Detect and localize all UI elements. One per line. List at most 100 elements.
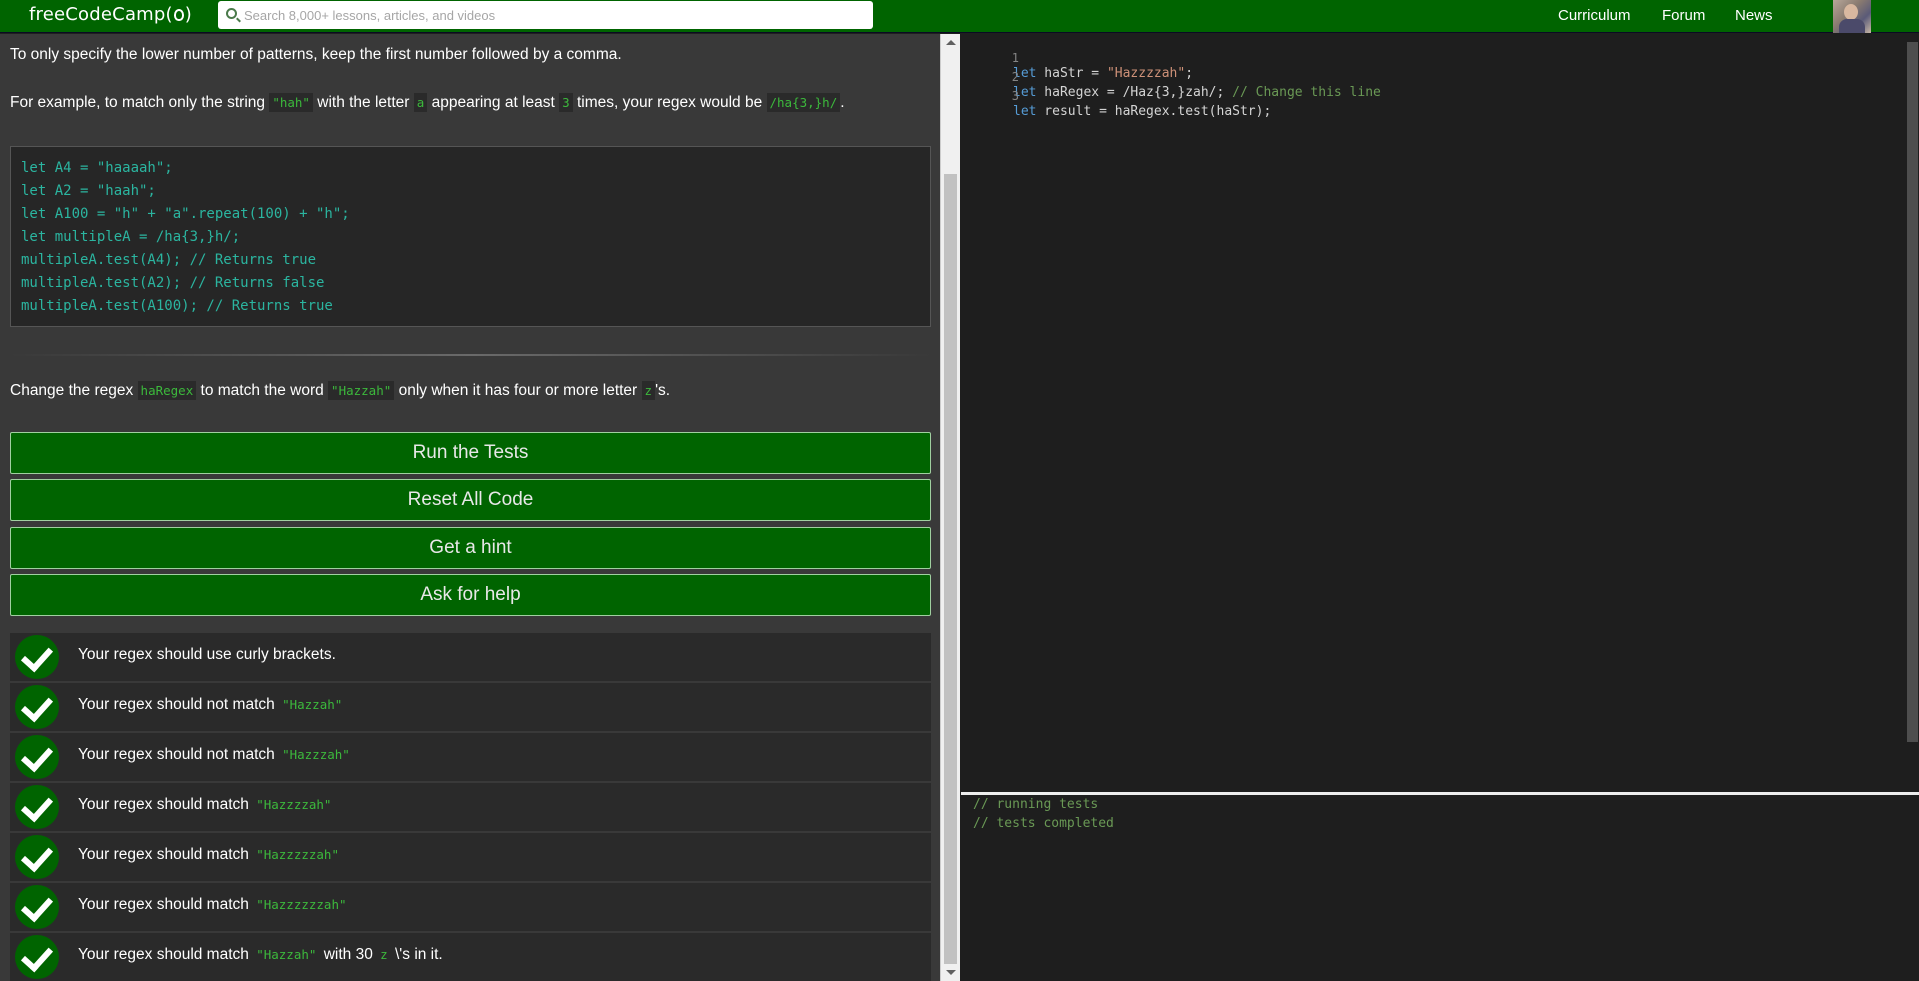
test-result-row: Your regex should match "Hazzzzzzah": [10, 883, 931, 931]
keyword: let: [1013, 104, 1037, 119]
output-console: // running tests // tests completed: [961, 795, 1919, 981]
inline-code: z: [641, 381, 656, 400]
inline-code: "Hazzzzzah": [253, 845, 342, 864]
test-text: Your regex should use curly brackets.: [78, 646, 336, 664]
test-text: Your regex should match "Hazzah" with 30…: [78, 945, 443, 964]
test-text: Your regex should match "Hazzzzah": [78, 795, 335, 814]
check-icon: [15, 635, 59, 679]
inline-code: "Hazzzah": [279, 745, 353, 764]
inline-code: "Hazzzzah": [253, 795, 335, 814]
user-avatar[interactable]: [1833, 0, 1871, 33]
search-bar[interactable]: [218, 1, 873, 29]
instructions-scrollbar[interactable]: [940, 34, 960, 981]
editor-line[interactable]: 2 let haRegex = /Haz{3,}zah/; // Change …: [961, 55, 1381, 100]
search-icon: [226, 8, 237, 19]
editor-scrollbar[interactable]: [1906, 34, 1919, 792]
code-line: multipleA.test(A2); // Returns false: [21, 275, 325, 291]
text: Your regex should not match: [78, 696, 280, 713]
inline-code: "Hazzah": [328, 381, 395, 400]
test-text: Your regex should match "Hazzzzzah": [78, 845, 342, 864]
text: only when it has four or more letter: [394, 382, 642, 399]
text: .: [840, 94, 845, 111]
text: Your regex should not match: [78, 746, 280, 763]
test-text: Your regex should not match "Hazzah": [78, 695, 346, 714]
test-result-row: Your regex should use curly brackets.: [10, 633, 931, 681]
check-icon: [15, 835, 59, 879]
text: 's.: [655, 382, 671, 399]
inline-code: "Hazzah": [253, 945, 320, 964]
example-code-block: let A4 = "haaaah"; let A2 = "haah"; let …: [10, 146, 931, 327]
nav-link-curriculum[interactable]: Curriculum: [1558, 7, 1631, 24]
editor-line[interactable]: 1 let haStr = "Hazzzzah";: [961, 36, 1193, 81]
code-line: multipleA.test(A100); // Returns true: [21, 298, 333, 314]
line-code: let haStr = "Hazzzzah";: [1013, 66, 1193, 81]
text: Your regex should match: [78, 796, 254, 813]
code-text: haStr =: [1036, 66, 1107, 81]
divider: [10, 354, 931, 356]
inline-code: a: [413, 93, 428, 112]
code-line: let A100 = "h" + "a".repeat(100) + "h";: [21, 206, 350, 222]
console-line: // tests completed: [973, 816, 1114, 831]
reset-code-button[interactable]: Reset All Code: [10, 479, 931, 521]
editor-line[interactable]: 3 let result = haRegex.test(haStr);: [961, 74, 1272, 119]
logo-text: freeCodeCamp: [29, 4, 166, 25]
scrollbar-thumb[interactable]: [944, 174, 957, 964]
flame-icon: [173, 9, 184, 21]
text: Your regex should match: [78, 896, 254, 913]
inline-code: haRegex: [137, 381, 197, 400]
text: For example, to match only the string: [10, 94, 270, 111]
code-line: let multipleA = /ha{3,}h/;: [21, 229, 241, 245]
text: Your regex should match: [78, 846, 254, 863]
inline-code: 3: [559, 93, 573, 112]
line-code: let result = haRegex.test(haStr);: [1013, 104, 1271, 119]
check-icon: [15, 685, 59, 729]
inline-code: "Hazzah": [279, 695, 346, 714]
instructions-panel: To only specify the lower number of patt…: [0, 34, 940, 981]
code-editor[interactable]: 1 let haStr = "Hazzzzah"; 2 let haRegex …: [961, 34, 1919, 792]
run-tests-button[interactable]: Run the Tests: [10, 432, 931, 474]
test-result-row: Your regex should match "Hazzzzzah": [10, 833, 931, 881]
nav-link-news[interactable]: News: [1735, 7, 1773, 24]
test-result-row: Your regex should match "Hazzzzah": [10, 783, 931, 831]
text: with the letter: [312, 94, 414, 111]
code-text: haRegex = /Haz{3,}zah/;: [1036, 85, 1233, 100]
check-icon: [15, 935, 59, 979]
line-code: let haRegex = /Haz{3,}zah/; // Change th…: [1013, 85, 1381, 100]
check-icon: [15, 735, 59, 779]
text: Your regex should match: [78, 946, 254, 963]
line-number: 1: [1011, 51, 1019, 65]
inline-code: /ha{3,}h/: [766, 93, 841, 112]
line-number: 3: [1011, 89, 1019, 103]
ask-help-button[interactable]: Ask for help: [10, 574, 931, 616]
test-result-row: Your regex should not match "Hazzzah": [10, 733, 931, 781]
string: "Hazzzzah": [1106, 66, 1186, 81]
fcc-logo[interactable]: freeCodeCamp(): [29, 4, 192, 25]
scroll-up-arrow-icon[interactable]: [946, 40, 956, 45]
code-line: let A4 = "haaaah";: [21, 160, 173, 176]
console-line: // running tests: [973, 797, 1099, 812]
test-text: Your regex should not match "Hazzzah": [78, 745, 353, 764]
code-text: result = haRegex.test(haStr);: [1036, 104, 1272, 119]
text: \'s in it.: [390, 946, 443, 963]
check-icon: [15, 885, 59, 929]
editor-scrollbar-thumb[interactable]: [1907, 42, 1918, 742]
comment: // Change this line: [1232, 85, 1381, 100]
text: appearing at least: [427, 94, 560, 111]
check-icon: [15, 785, 59, 829]
test-result-row: Your regex should match "Hazzah" with 30…: [10, 933, 931, 981]
inline-code: "Hazzzzzzah": [253, 895, 350, 914]
description-paragraph-2: For example, to match only the string "h…: [10, 93, 845, 112]
test-text: Your regex should match "Hazzzzzzah": [78, 895, 350, 914]
text: Change the regex: [10, 382, 138, 399]
test-result-row: Your regex should not match "Hazzah": [10, 683, 931, 731]
code-text: ;: [1185, 66, 1194, 81]
search-input[interactable]: [244, 5, 864, 25]
text: with 30: [319, 946, 378, 963]
text: times, your regex would be: [572, 94, 767, 111]
get-hint-button[interactable]: Get a hint: [10, 527, 931, 569]
task-paragraph: Change the regex haRegex to match the wo…: [10, 381, 671, 400]
top-navbar: freeCodeCamp() Curriculum Forum News: [0, 0, 1919, 33]
nav-link-forum[interactable]: Forum: [1662, 7, 1705, 24]
scroll-down-arrow-icon[interactable]: [946, 970, 956, 975]
code-line: let A2 = "haah";: [21, 183, 156, 199]
